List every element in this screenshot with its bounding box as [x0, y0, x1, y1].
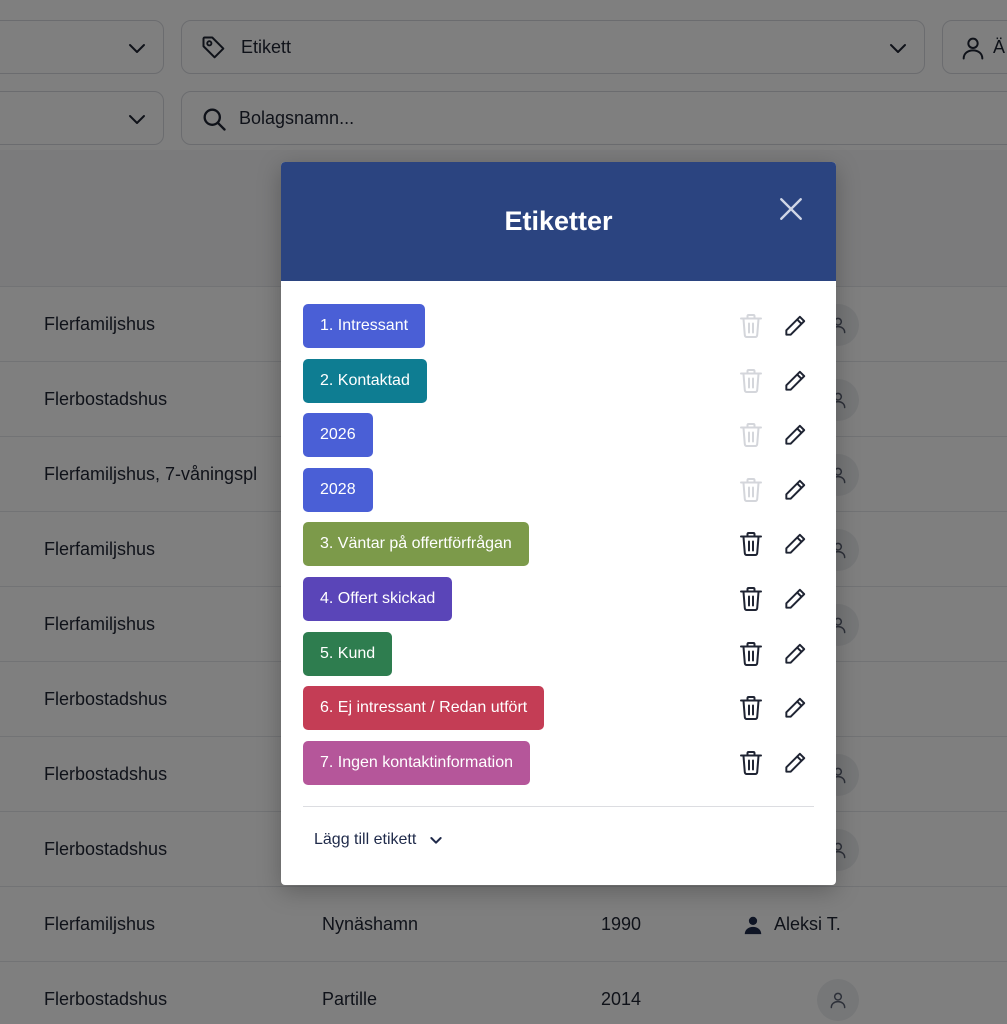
- trash-icon[interactable]: [739, 531, 763, 557]
- divider: [303, 806, 814, 807]
- tag-chip[interactable]: 2028: [303, 467, 373, 512]
- tag-chip[interactable]: 2. Kontaktad: [303, 358, 427, 403]
- pencil-icon[interactable]: [782, 313, 808, 339]
- add-tag-label: Lägg till etikett: [314, 831, 417, 848]
- tag-chip[interactable]: 5. Kund: [303, 631, 393, 676]
- trash-icon[interactable]: [739, 641, 763, 667]
- tag-row: 2. Kontaktad: [303, 358, 814, 414]
- trash-icon: [739, 368, 763, 394]
- tag-chip[interactable]: 1. Intressant: [303, 304, 426, 348]
- tag-row: 2028: [303, 467, 814, 523]
- trash-icon[interactable]: [739, 586, 763, 612]
- modal-header: Etiketter: [281, 162, 836, 281]
- trash-icon: [739, 313, 763, 339]
- pencil-icon[interactable]: [782, 641, 808, 667]
- tag-chip[interactable]: 4. Offert skickad: [303, 576, 453, 621]
- trash-icon: [739, 477, 763, 503]
- trash-icon[interactable]: [739, 750, 763, 776]
- tag-row: 1. Intressant: [303, 304, 814, 359]
- tag-chip[interactable]: 7. Ingen kontaktinformation: [303, 740, 531, 785]
- tag-chip[interactable]: 3. Väntar på offertförfrågan: [303, 522, 529, 567]
- tag-row: 5. Kund: [303, 631, 814, 687]
- pencil-icon[interactable]: [782, 368, 808, 394]
- tag-row: 7. Ingen kontaktinformation: [303, 740, 814, 796]
- tag-row: 2026: [303, 413, 814, 468]
- tag-chip[interactable]: 6. Ej intressant / Redan utfört: [303, 686, 545, 731]
- tag-chip[interactable]: 2026: [303, 413, 373, 458]
- modal-title: Etiketter: [504, 206, 613, 236]
- add-tag-button[interactable]: Lägg till etikett: [314, 827, 444, 853]
- pencil-icon[interactable]: [782, 586, 808, 612]
- chevron-down-icon: [430, 837, 442, 844]
- pencil-icon[interactable]: [782, 695, 808, 721]
- tag-list: 1. Intressant 2. Kontaktad 2026 2028 3. Vänt…: [303, 304, 814, 795]
- close-icon[interactable]: [778, 196, 804, 222]
- pencil-icon[interactable]: [782, 750, 808, 776]
- pencil-icon[interactable]: [782, 531, 808, 557]
- pencil-icon[interactable]: [782, 477, 808, 503]
- tag-row: 3. Väntar på offertförfrågan: [303, 522, 814, 577]
- pencil-icon[interactable]: [782, 422, 808, 448]
- trash-icon[interactable]: [739, 695, 763, 721]
- tags-modal: Etiketter 1. Intressant 2. Kontaktad 2026 2…: [281, 162, 836, 885]
- tag-row: 4. Offert skickad: [303, 576, 814, 632]
- tag-row: 6. Ej intressant / Redan utfört: [303, 686, 814, 741]
- trash-icon: [739, 422, 763, 448]
